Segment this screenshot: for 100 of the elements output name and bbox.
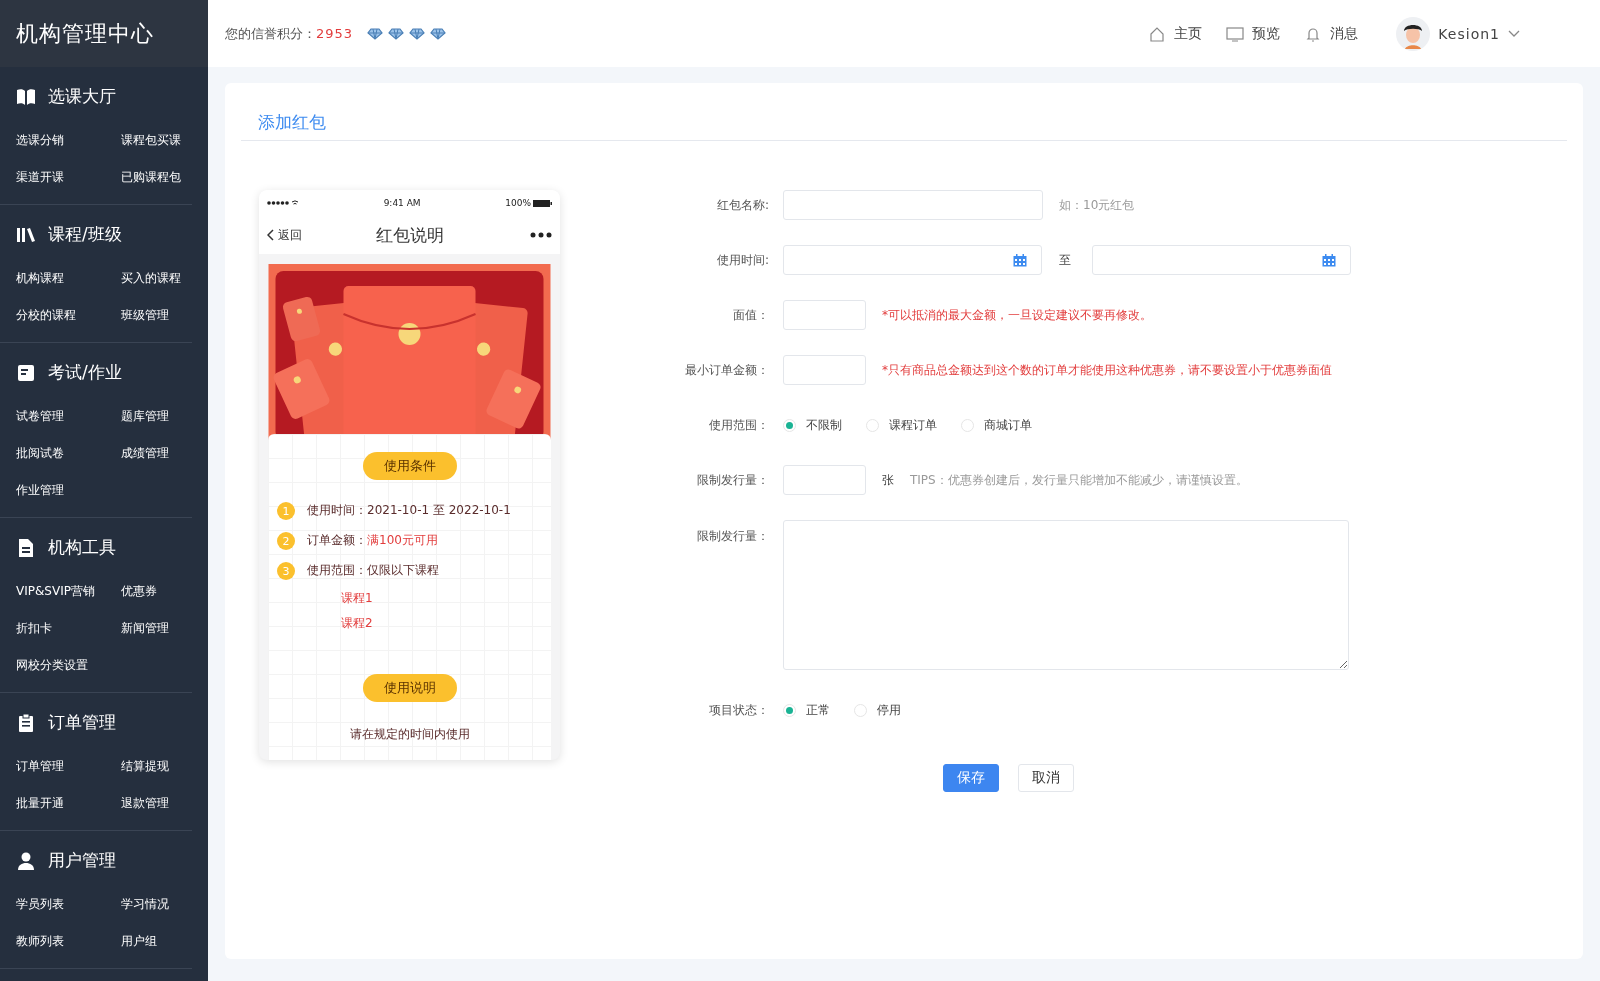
calendar-icon xyxy=(1013,253,1027,267)
condition-value: 2021-10-1 至 2022-10-1 xyxy=(367,502,511,519)
field-label: 最小订单金额： xyxy=(684,361,770,379)
back-link[interactable]: 返回 xyxy=(267,226,302,244)
caret-icon xyxy=(1508,29,1520,38)
diamond-icon xyxy=(367,27,384,40)
page-title: 添加红包 xyxy=(241,111,1567,141)
step-number: 3 xyxy=(277,562,295,580)
radio-label: 不限制 xyxy=(806,416,842,434)
sidebar-item[interactable]: 课程包买课 xyxy=(121,132,211,149)
field-label: 项目状态： xyxy=(708,701,770,719)
condition-label: 使用时间： xyxy=(307,502,367,519)
battery-level: 100% xyxy=(505,198,531,208)
radio-button[interactable] xyxy=(783,703,796,717)
sidebar-item[interactable]: 用户组 xyxy=(121,933,211,950)
sidebar-item[interactable]: 选课分销 xyxy=(16,132,121,149)
user-menu[interactable]: Kesion1 xyxy=(1396,16,1520,51)
diamond-icon xyxy=(430,27,447,40)
app-title: 机构管理中心 xyxy=(0,0,208,67)
sidebar-item[interactable]: 优惠券 xyxy=(121,583,211,600)
cancel-button[interactable]: 取消 xyxy=(1018,764,1074,792)
radio-label: 商城订单 xyxy=(984,416,1032,434)
course-name: 课程1 xyxy=(341,590,374,607)
sidebar-item[interactable]: 题库管理 xyxy=(121,408,211,425)
date-field[interactable] xyxy=(783,245,1042,275)
hint-text: 如：10元红包 xyxy=(1059,196,1135,214)
credit-label: 您的信誉积分： xyxy=(225,24,316,43)
input-field[interactable] xyxy=(783,355,866,385)
date-field[interactable] xyxy=(1092,245,1351,275)
section-title: 考试/作业 xyxy=(48,361,122,384)
clipboard-icon xyxy=(16,712,36,733)
nav-link[interactable]: 预览 xyxy=(1226,24,1281,43)
sidebar-item[interactable]: 已购课程包 xyxy=(121,169,211,186)
sidebar-item[interactable]: 渠道开课 xyxy=(16,169,121,186)
field-label: 使用时间: xyxy=(715,251,770,269)
section-title: 用户管理 xyxy=(48,849,116,872)
condition-label: 使用范围： xyxy=(307,562,367,579)
sidebar-item[interactable]: VIP&SVIP营销 xyxy=(16,583,121,600)
sidebar-item[interactable]: 成绩管理 xyxy=(121,445,211,462)
sidebar-item[interactable]: 教师列表 xyxy=(16,933,121,950)
radio-label: 停用 xyxy=(877,701,901,719)
hint-text: TIPS：优惠券创建后，发行量只能增加不能减少，请谨慎设置。 xyxy=(910,471,1248,489)
sidebar-item[interactable]: 机构课程 xyxy=(16,270,121,287)
text-area[interactable] xyxy=(783,520,1349,670)
save-button[interactable]: 保存 xyxy=(943,764,999,792)
nav-link[interactable]: 主页 xyxy=(1148,24,1203,43)
notes-button[interactable]: 使用说明 xyxy=(362,674,457,702)
section-title: 课程/班级 xyxy=(48,223,122,246)
sidebar-item[interactable]: 学员列表 xyxy=(16,896,121,913)
field-label: 限制发行量： xyxy=(696,471,770,489)
user-icon xyxy=(16,850,36,871)
section-title: 订单管理 xyxy=(48,711,116,734)
status-time: 9:41 AM xyxy=(383,198,421,208)
avatar-icon xyxy=(1396,16,1431,51)
range-separator: 至 xyxy=(1059,251,1071,269)
field-label: 面值： xyxy=(732,306,770,324)
field-label: 限制发行量： xyxy=(696,528,770,545)
battery-icon xyxy=(533,199,552,207)
sidebar-item[interactable]: 试卷管理 xyxy=(16,408,121,425)
radio-button[interactable] xyxy=(854,703,867,717)
sidebar-item[interactable]: 学习情况 xyxy=(121,896,211,913)
section-title: 机构工具 xyxy=(48,536,116,559)
course-name: 课程2 xyxy=(341,615,374,632)
usage-note: 请在规定的时间内使用 xyxy=(349,726,470,743)
conditions-button[interactable]: 使用条件 xyxy=(362,452,457,480)
step-number: 2 xyxy=(277,532,295,550)
diamond-icon xyxy=(388,27,405,40)
sidebar-item[interactable]: 订单管理 xyxy=(16,758,121,775)
sidebar-item[interactable]: 批量开通 xyxy=(16,795,121,812)
input-field[interactable] xyxy=(783,190,1043,220)
radio-button[interactable] xyxy=(783,418,796,432)
nav-link[interactable]: 消息 xyxy=(1304,24,1359,43)
screen-title: 红包说明 xyxy=(375,224,444,245)
sidebar-item[interactable]: 作业管理 xyxy=(16,482,121,499)
sidebar-item[interactable]: 新闻管理 xyxy=(121,620,211,637)
condition-value: 满100元可用 xyxy=(367,532,438,549)
sidebar-item[interactable]: 退款管理 xyxy=(121,795,211,812)
monitor-icon xyxy=(1226,24,1245,43)
input-field[interactable] xyxy=(783,465,866,495)
document-icon xyxy=(16,362,36,383)
field-label: 使用范围： xyxy=(708,416,770,434)
sidebar-item[interactable]: 分校的课程 xyxy=(16,307,121,324)
section-title: 选课大厅 xyxy=(48,85,116,108)
sidebar-item[interactable]: 批阅试卷 xyxy=(16,445,121,462)
sidebar-item[interactable]: 结算提现 xyxy=(121,758,211,775)
document-icon xyxy=(16,537,36,558)
warning-text: *只有商品总金额达到这个数的订单才能使用这种优惠券，请不要设置小于优惠券面值 xyxy=(882,361,1332,379)
sidebar-item[interactable]: 网校分类设置 xyxy=(16,657,121,674)
input-field[interactable] xyxy=(783,300,866,330)
sidebar-item[interactable]: 班级管理 xyxy=(121,307,211,324)
book-icon xyxy=(16,86,36,107)
radio-button[interactable] xyxy=(866,418,879,432)
radio-label: 正常 xyxy=(806,701,830,719)
chevron-left-icon xyxy=(267,229,274,241)
calendar-icon xyxy=(1322,253,1336,267)
unit-label: 张 xyxy=(882,471,894,489)
radio-button[interactable] xyxy=(961,418,974,432)
sidebar-item[interactable]: 买入的课程 xyxy=(121,270,211,287)
sidebar-item[interactable]: 折扣卡 xyxy=(16,620,121,637)
more-icon[interactable] xyxy=(530,232,552,238)
